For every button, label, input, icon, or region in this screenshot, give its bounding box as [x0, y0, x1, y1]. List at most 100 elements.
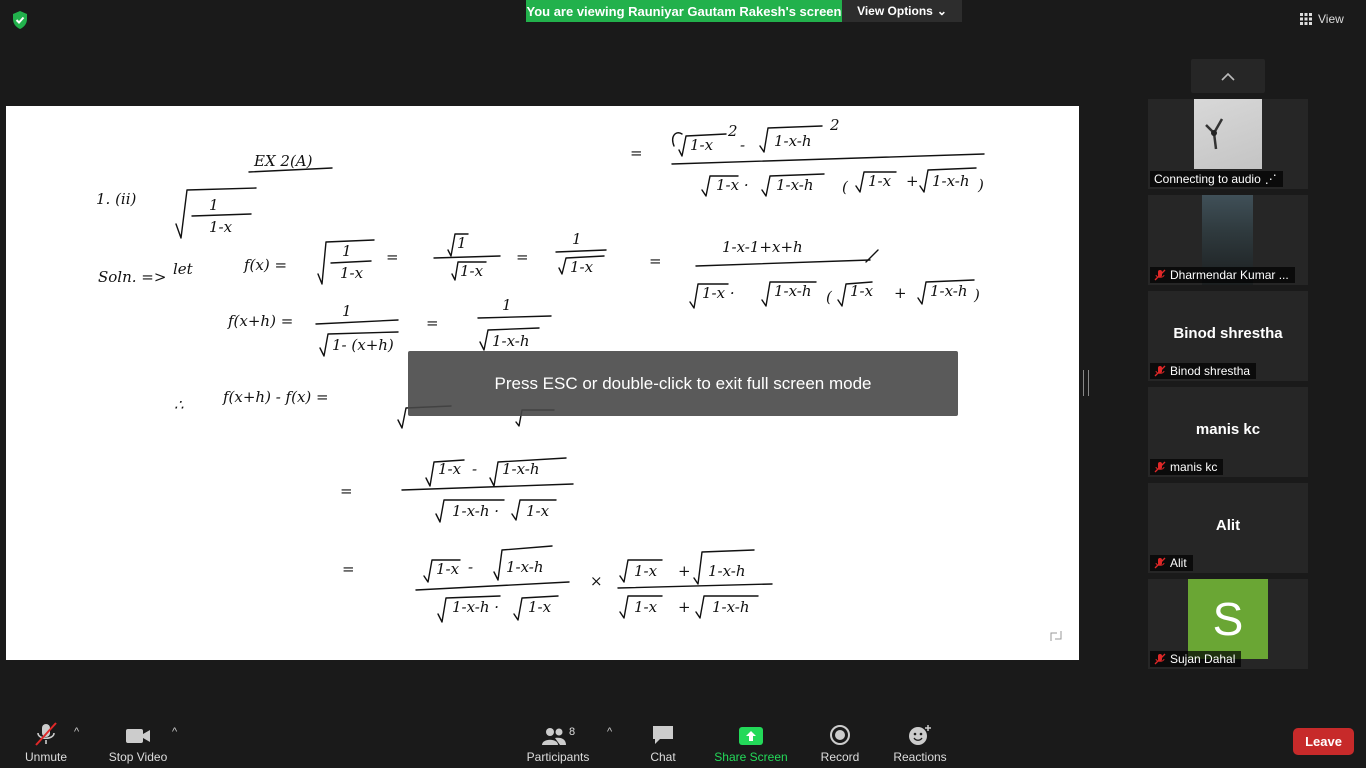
video-options-caret[interactable]: ^ — [172, 726, 177, 738]
svg-text:1-x: 1-x — [438, 460, 462, 478]
svg-text:f(x+h) =: f(x+h) = — [227, 312, 293, 330]
participants-button[interactable]: 8 Participants — [526, 720, 590, 764]
participant-display-name: Binod shrestha — [1173, 325, 1283, 342]
svg-text:1-x-h: 1-x-h — [774, 282, 812, 300]
loading-icon: ⋰ — [1264, 172, 1277, 186]
svg-text:1-x: 1-x — [868, 172, 892, 190]
leave-button[interactable]: Leave — [1293, 728, 1354, 755]
svg-text:2: 2 — [829, 116, 840, 134]
participants-label: Participants — [526, 750, 590, 764]
participant-display-name: Alit — [1215, 517, 1241, 534]
svg-text:1-x: 1-x — [526, 502, 550, 520]
svg-text:1-x: 1-x — [570, 258, 594, 276]
participant-tile[interactable]: Binod shrestha Binod shrestha — [1148, 291, 1308, 381]
mic-muted-icon — [35, 722, 57, 746]
svg-text:+: + — [678, 562, 691, 580]
share-screen-icon — [739, 727, 763, 745]
participant-name: Dharmendar Kumar ... — [1170, 268, 1289, 282]
mic-muted-icon — [1154, 461, 1166, 473]
grid-icon — [1300, 13, 1312, 25]
svg-text:1-x-h: 1-x-h — [774, 132, 812, 150]
svg-text:1-x-h: 1-x-h — [506, 558, 544, 576]
svg-text:f(x+h) - f(x) =: f(x+h) - f(x) = — [222, 388, 329, 406]
svg-text:1-x: 1-x — [528, 598, 552, 616]
view-options-label: View Options — [857, 4, 933, 18]
participants-count: 8 — [568, 726, 576, 738]
reactions-button[interactable]: Reactions — [892, 720, 948, 764]
svg-text:∴: ∴ — [174, 396, 184, 414]
svg-text:f(x) =: f(x) = — [243, 256, 287, 274]
participant-tile[interactable]: Alit Alit — [1148, 483, 1308, 573]
share-screen-button[interactable]: Share Screen — [714, 720, 788, 764]
video-camera-icon — [126, 729, 150, 743]
svg-text:1-x: 1-x — [850, 282, 874, 300]
chevron-up-icon — [1221, 72, 1235, 81]
participant-tile[interactable]: Dharmendar Kumar ... — [1148, 195, 1308, 285]
svg-text:(: ( — [842, 178, 849, 196]
chat-button[interactable]: Chat — [642, 720, 684, 764]
participants-options-caret[interactable]: ^ — [607, 726, 612, 738]
annotate-icon[interactable] — [1050, 630, 1062, 642]
solution-label: Soln. => — [98, 268, 166, 286]
participant-tile[interactable]: S Sujan Dahal — [1148, 579, 1308, 669]
participant-display-name: manis kc — [1195, 421, 1261, 438]
svg-text:-: - — [468, 558, 473, 576]
svg-text:1-x ·: 1-x · — [702, 284, 735, 302]
gallery-scroll-up-button[interactable] — [1191, 59, 1265, 93]
participant-name-caption: Dharmendar Kumar ... — [1150, 267, 1295, 283]
participant-tile[interactable]: Connecting to audio ⋰ — [1148, 99, 1308, 189]
svg-text:1-x ·: 1-x · — [716, 176, 749, 194]
svg-text:1-x-h: 1-x-h — [932, 172, 970, 190]
participant-name-caption: Connecting to audio ⋰ — [1150, 171, 1283, 187]
participant-name-caption: Sujan Dahal — [1150, 651, 1242, 667]
svg-text:=: = — [516, 248, 529, 266]
panel-resize-handle[interactable] — [1083, 370, 1089, 396]
stop-video-label: Stop Video — [108, 750, 168, 764]
participant-name: Connecting to audio — [1154, 172, 1261, 186]
participant-name-caption: Alit — [1150, 555, 1193, 571]
participant-name-caption: Binod shrestha — [1150, 363, 1257, 379]
svg-text:2: 2 — [727, 122, 738, 140]
svg-text:1: 1 — [457, 234, 467, 252]
participant-name-caption: manis kc — [1150, 459, 1224, 475]
svg-text:(: ( — [826, 288, 833, 306]
participant-name: manis kc — [1170, 460, 1218, 474]
participants-icon — [541, 728, 566, 745]
chat-icon — [653, 726, 673, 744]
participant-video — [1194, 99, 1262, 169]
mic-muted-icon — [1154, 557, 1166, 569]
svg-text:1: 1 — [209, 196, 219, 214]
svg-text:1-x-1+x+h: 1-x-1+x+h — [722, 238, 803, 256]
stop-video-button[interactable]: Stop Video — [106, 720, 170, 764]
svg-text:1-x: 1-x — [209, 218, 233, 236]
record-button[interactable]: Record — [818, 720, 862, 764]
svg-text:1-x: 1-x — [634, 598, 658, 616]
svg-text:+: + — [678, 598, 691, 616]
shield-icon[interactable] — [10, 10, 30, 30]
problem-number: 1. (ii) — [96, 190, 137, 208]
mic-muted-icon — [1154, 653, 1166, 665]
reactions-icon — [909, 725, 931, 745]
view-options-button[interactable]: View Options ⌄ — [842, 0, 962, 22]
svg-text:1: 1 — [502, 296, 512, 314]
chat-label: Chat — [650, 750, 676, 764]
audio-options-caret[interactable]: ^ — [74, 726, 79, 738]
svg-text:=: = — [649, 252, 662, 270]
participant-tile[interactable]: manis kc manis kc — [1148, 387, 1308, 477]
svg-text:1-x-h: 1-x-h — [930, 282, 968, 300]
svg-text:1- (x+h): 1- (x+h) — [332, 336, 394, 354]
mic-muted-icon — [1154, 269, 1166, 281]
svg-text:=: = — [342, 560, 355, 578]
participant-name: Binod shrestha — [1170, 364, 1251, 378]
let-label: let — [173, 260, 194, 278]
fullscreen-hint: Press ESC or double-click to exit full s… — [408, 351, 958, 416]
svg-text:×: × — [590, 572, 603, 590]
svg-text:=: = — [426, 314, 439, 332]
svg-text:1-x-h ·: 1-x-h · — [452, 502, 499, 520]
view-button[interactable]: View — [1300, 8, 1360, 30]
unmute-button[interactable]: Unmute — [22, 720, 70, 764]
svg-text:1-x: 1-x — [436, 560, 460, 578]
svg-text:-: - — [740, 136, 745, 154]
svg-text:=: = — [386, 248, 399, 266]
svg-text:1-x-h: 1-x-h — [502, 460, 540, 478]
